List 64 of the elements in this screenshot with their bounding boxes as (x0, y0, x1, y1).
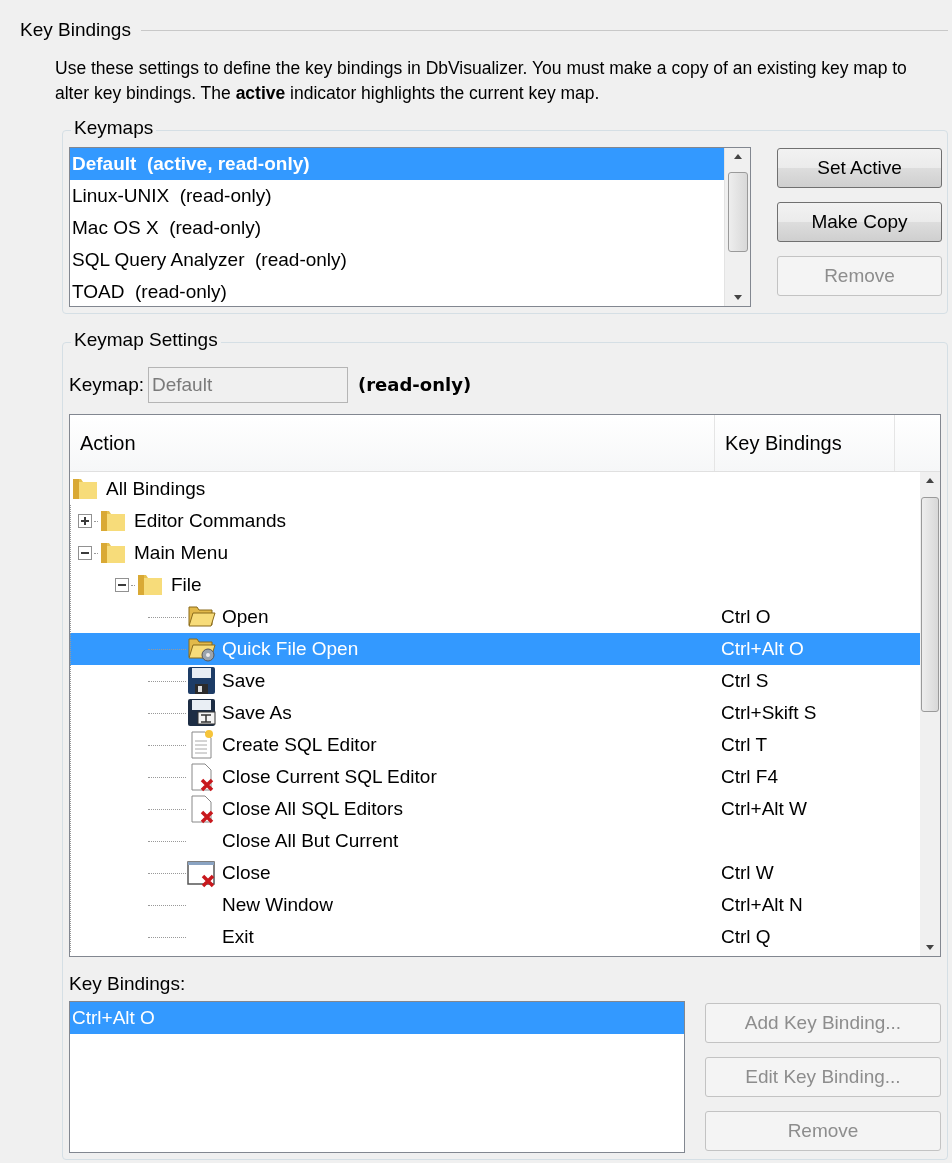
key-binding-text: Ctrl T (720, 734, 768, 757)
expand-icon[interactable] (78, 514, 92, 529)
scroll-down-icon[interactable] (731, 294, 744, 302)
tree-row[interactable]: Editor Commands (70, 505, 920, 538)
tree-row[interactable]: All Bindings (70, 473, 920, 506)
action-label: Save As (221, 702, 292, 725)
action-label: File (170, 574, 202, 597)
tree-row[interactable]: Exit Ctrl Q (70, 921, 920, 954)
key-binding-text: Ctrl O (720, 606, 771, 629)
collapse-icon[interactable] (78, 546, 92, 561)
key-binding-text: Ctrl W (720, 862, 774, 885)
column-header[interactable]: Key Bindings (715, 415, 895, 472)
tree-row[interactable]: Save As Ctrl+Skift S (70, 697, 920, 730)
description-text: Use these settings to define the key bindings in DbVisualizer. You must make a copy of an existing key map to alter key bindings. The active indicator highlights the current key map. (55, 57, 908, 105)
scroll-up-icon[interactable] (731, 152, 744, 160)
key-binding-text: Ctrl S (720, 670, 769, 693)
action-label: Editor Commands (133, 510, 287, 533)
collapse-icon[interactable] (115, 578, 129, 593)
tree-row[interactable]: Close Ctrl W (70, 857, 920, 890)
action-label: Create SQL Editor (221, 734, 377, 757)
keymap-button[interactable]: Set Active (777, 148, 942, 188)
key-binding-text: Ctrl+Alt N (720, 894, 803, 917)
key-binding-text: Ctrl F4 (720, 766, 778, 789)
key-binding-text: Ctrl Q (720, 926, 771, 949)
tree-row[interactable]: Close All SQL Editors Ctrl+Alt W (70, 793, 920, 826)
action-label: Main Menu (133, 542, 228, 565)
tree-row[interactable]: Close All But Current (70, 825, 920, 858)
section-title: Key Bindings (20, 19, 131, 41)
scroll-thumb[interactable] (727, 172, 748, 252)
action-label: Save (221, 670, 266, 693)
key-binding-text: Ctrl+Alt O (720, 638, 804, 661)
keymap-item[interactable]: TOAD (read-only) (70, 276, 724, 306)
keymap-button[interactable]: Make Copy (777, 202, 942, 242)
action-label: Close All But Current (221, 830, 399, 853)
action-label: Close (221, 862, 271, 885)
tree-row[interactable]: File (70, 569, 920, 602)
action-label: Quick File Open (221, 638, 359, 661)
tree-row[interactable]: New Window Ctrl+Alt N (70, 889, 920, 922)
read-only-note: (read-only) (358, 374, 472, 396)
action-label: Open (221, 606, 269, 629)
keymap-list[interactable]: Default (active, read-only) Linux-UNIX (read-only) Mac OS X (read-only) SQL Query Analyzer (read-only) TOAD (read-only) (69, 147, 751, 307)
scrollbar[interactable] (920, 472, 940, 957)
tree-row[interactable]: Create SQL Editor Ctrl T (70, 729, 920, 762)
scroll-up-icon[interactable] (924, 476, 936, 485)
column-header[interactable]: Action (70, 415, 715, 472)
keymap-item[interactable]: Mac OS X (read-only) (70, 212, 724, 244)
field-label: Keymap: (69, 373, 144, 396)
keymap-item[interactable]: SQL Query Analyzer (read-only) (70, 244, 724, 276)
scrollbar[interactable] (724, 148, 750, 306)
keymap-item[interactable]: Linux-UNIX (read-only) (70, 180, 724, 212)
action-label: Close Current SQL Editor (221, 766, 437, 789)
action-label: All Bindings (105, 478, 206, 501)
tree-row[interactable]: Close Current SQL Editor Ctrl F4 (70, 761, 920, 794)
bindings-tree-table[interactable] (69, 414, 941, 958)
action-label: New Window (221, 894, 333, 917)
key-binding-text: Ctrl+Skift S (720, 702, 817, 725)
tree-row[interactable]: Save Ctrl S (70, 665, 920, 698)
action-label: Exit (221, 926, 254, 949)
key-binding-text: Ctrl+Alt W (720, 798, 808, 821)
scroll-thumb[interactable] (921, 496, 939, 712)
tree-row[interactable]: Open Ctrl O (70, 601, 920, 634)
key-bindings-label: Key Bindings: (69, 973, 187, 997)
tree-row[interactable]: Main Menu (70, 537, 920, 570)
action-label: Close All SQL Editors (221, 798, 403, 821)
